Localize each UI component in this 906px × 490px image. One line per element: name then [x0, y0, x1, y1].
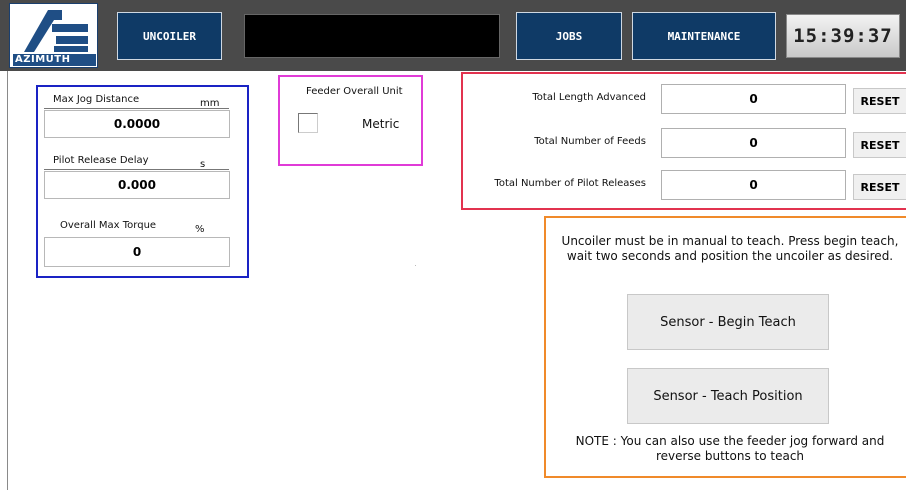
- counter-label: Total Number of Pilot Releases: [494, 178, 646, 189]
- maintenance-button[interactable]: MAINTENANCE: [632, 12, 776, 60]
- azimuth-logo: AZIMUTH: [9, 3, 98, 68]
- sensor-teach-panel: Uncoiler must be in manual to teach. Pre…: [544, 216, 906, 478]
- teach-note: NOTE : You can also use the feeder jog f…: [575, 434, 885, 463]
- top-bar: AZIMUTH UNCOILER JOBS MAINTENANCE 15:39:…: [0, 0, 906, 71]
- reset-length-button[interactable]: RESET: [853, 88, 906, 114]
- logo-text: AZIMUTH: [13, 54, 96, 66]
- reset-pilot-releases-button[interactable]: RESET: [853, 174, 906, 200]
- pilot-release-delay-label: Pilot Release Delay: [53, 155, 149, 166]
- clock-display: 15:39:37: [786, 14, 900, 58]
- sensor-teach-position-button[interactable]: Sensor - Teach Position: [627, 368, 829, 424]
- uncoiler-button[interactable]: UNCOILER: [117, 12, 222, 60]
- feeder-unit-panel: Feeder Overall Unit Metric: [278, 75, 423, 166]
- reset-feeds-button[interactable]: RESET: [853, 132, 906, 158]
- left-frame-line: [7, 71, 8, 490]
- counters-panel: Total Length Advanced 0 RESET Total Numb…: [461, 72, 906, 210]
- max-jog-distance-field[interactable]: 0.0000: [44, 110, 230, 138]
- overall-max-torque-unit: %: [195, 224, 205, 235]
- jog-settings-panel: Max Jog Distance mm 0.0000 Pilot Release…: [36, 85, 249, 278]
- stray-dot: [415, 265, 416, 266]
- feeder-overall-unit-title: Feeder Overall Unit: [306, 86, 403, 97]
- counter-label: Total Number of Feeds: [534, 136, 646, 147]
- status-display: [244, 14, 500, 58]
- total-length-advanced-value: 0: [661, 84, 846, 114]
- metric-checkbox[interactable]: [298, 113, 318, 133]
- total-pilot-releases-value: 0: [661, 170, 846, 200]
- label-underline: [44, 108, 229, 109]
- sensor-begin-teach-button[interactable]: Sensor - Begin Teach: [627, 294, 829, 350]
- max-jog-distance-label: Max Jog Distance: [53, 94, 140, 105]
- jobs-button[interactable]: JOBS: [516, 12, 622, 60]
- metric-label: Metric: [362, 117, 400, 131]
- logo-mark-icon: [24, 10, 88, 52]
- overall-max-torque-label: Overall Max Torque: [60, 220, 157, 231]
- teach-instructions: Uncoiler must be in manual to teach. Pre…: [561, 234, 899, 263]
- label-underline: [44, 169, 229, 170]
- pilot-release-delay-field[interactable]: 0.000: [44, 171, 230, 199]
- overall-max-torque-field[interactable]: 0: [44, 237, 230, 267]
- total-number-of-feeds-value: 0: [661, 128, 846, 158]
- counter-label: Total Length Advanced: [532, 92, 646, 103]
